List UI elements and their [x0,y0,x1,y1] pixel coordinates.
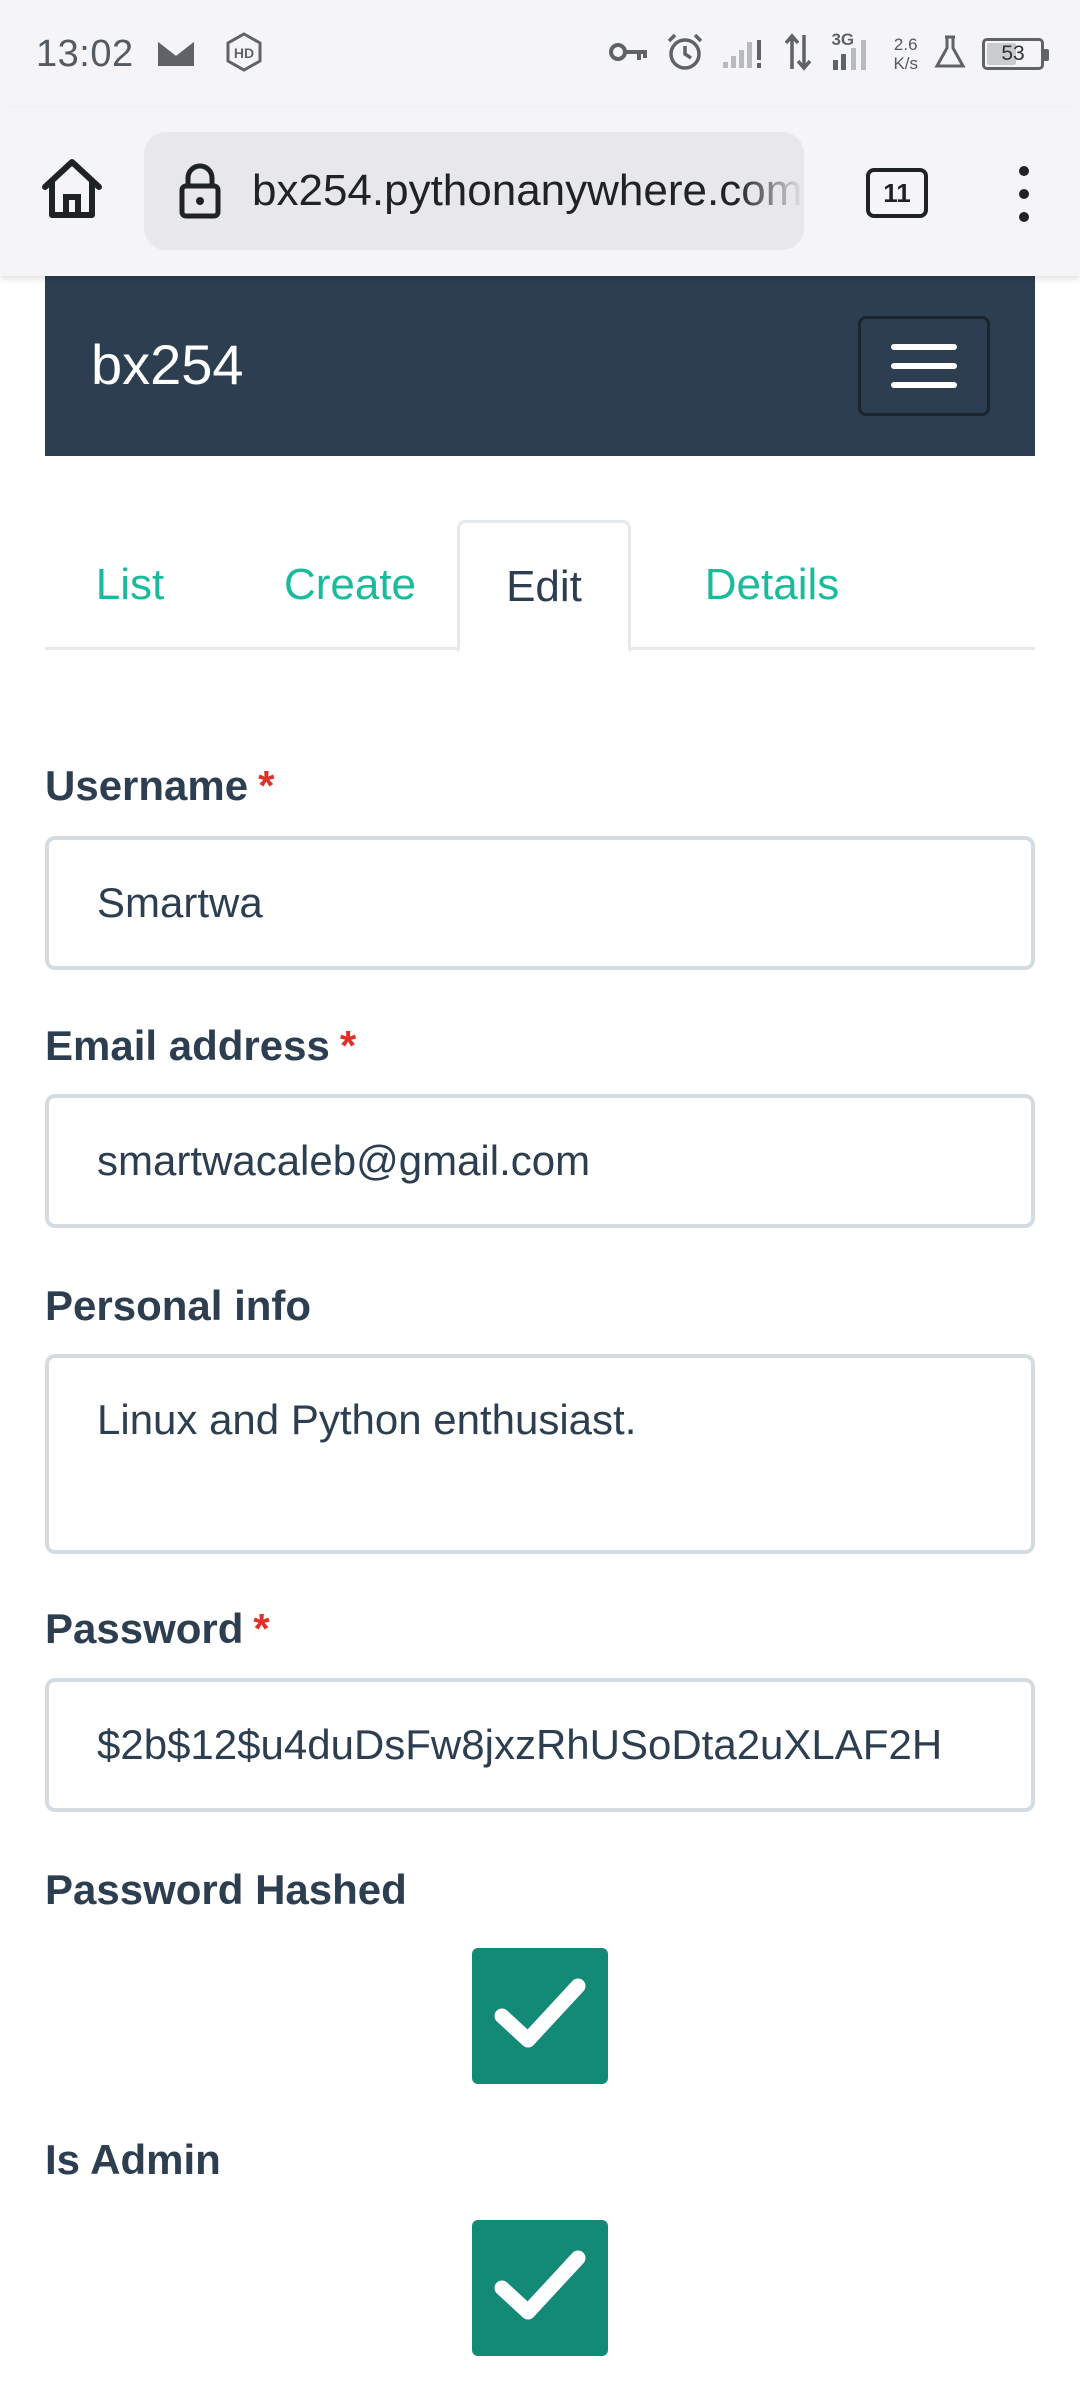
menu-dot [1019,166,1029,176]
password-label-text: Password [45,1605,244,1652]
menu-dot [1019,189,1029,199]
network-speed: 2.6 K/s [893,35,918,73]
username-label-text: Username [45,762,249,809]
password-hashed-checkbox[interactable] [472,1948,608,2084]
hamburger-line [891,363,957,369]
personal-info-textarea[interactable]: Linux and Python enthusiast. [45,1354,1035,1554]
tab-details[interactable]: Details [657,520,887,650]
tab-count: 11 [883,177,911,208]
personal-info-value: Linux and Python enthusiast. [97,1396,637,1443]
home-icon [39,157,105,224]
checkmark-icon [492,1974,588,2059]
tab-list[interactable]: List [45,520,215,650]
password-value: $2b$12$u4duDsFw8jxzRhUSoDta2uXLAF2H [97,1721,943,1768]
url-text: bx254.pythonanywhere.com [252,166,803,215]
network-speed-value: 2.6 [893,35,918,54]
required-mark: * [253,1605,270,1652]
navbar-brand[interactable]: bx254 [91,332,244,397]
is-admin-label: Is Admin [45,2136,221,2184]
browser-menu-button[interactable] [1004,160,1044,228]
password-label: Password * [45,1605,270,1653]
site-navbar: bx254 [45,276,1035,456]
status-notification-icons: HD [156,31,264,77]
hamburger-line [891,344,957,350]
nav-tabs: List Create Edit Details [45,520,1035,653]
status-time: 13:02 [36,32,134,75]
username-label: Username * [45,762,274,810]
resize-grip-icon[interactable] [1009,1528,1027,1546]
is-admin-label-text: Is Admin [45,2136,221,2183]
menu-dot [1019,212,1029,222]
address-bar[interactable]: bx254.pythonanywhere.com [144,132,804,250]
alarm-icon [665,32,705,77]
email-value: smartwacaleb@gmail.com [97,1137,591,1184]
lock-icon[interactable] [174,161,226,221]
status-right-icons: 3G 2.6 K/s 53 [609,30,1049,77]
is-admin-checkbox[interactable] [472,2220,608,2356]
flask-icon [934,34,966,75]
checkmark-icon [492,2246,588,2331]
data-transfer-icon [783,32,813,76]
signal-sim1-icon [721,34,767,75]
vpn-key-icon [609,40,649,69]
tab-create[interactable]: Create [245,520,455,650]
hd-icon: HD [224,31,264,77]
browser-toolbar: bx254.pythonanywhere.com 11 [0,108,1080,276]
password-hashed-label: Password Hashed [45,1866,407,1914]
username-input[interactable]: Smartwa [45,836,1035,970]
password-hashed-label-text: Password Hashed [45,1866,407,1913]
username-value: Smartwa [97,879,263,926]
email-input[interactable]: smartwacaleb@gmail.com [45,1094,1035,1228]
network-speed-unit: K/s [893,54,918,73]
navbar-toggler-button[interactable] [858,316,990,416]
signal-sim2-icon: 3G [829,30,877,74]
battery-icon: 53 [982,38,1049,70]
tab-switcher-button[interactable]: 11 [866,168,928,218]
svg-text:HD: HD [233,45,253,61]
required-mark: * [258,762,275,809]
gmail-icon [156,36,196,73]
tab-edit[interactable]: Edit [457,520,631,653]
required-mark: * [339,1022,357,1069]
email-label-text: Email address [45,1022,330,1069]
battery-level: 53 [1001,42,1025,65]
email-label: Email address * [45,1022,356,1070]
hamburger-line [891,382,957,388]
personal-info-label: Personal info [45,1282,311,1330]
status-bar: 13:02 HD 3G 2.6 K/s 53 [0,0,1080,108]
home-button[interactable] [36,154,108,226]
password-input[interactable]: $2b$12$u4duDsFw8jxzRhUSoDta2uXLAF2H [45,1678,1035,1812]
personal-info-label-text: Personal info [45,1282,312,1329]
